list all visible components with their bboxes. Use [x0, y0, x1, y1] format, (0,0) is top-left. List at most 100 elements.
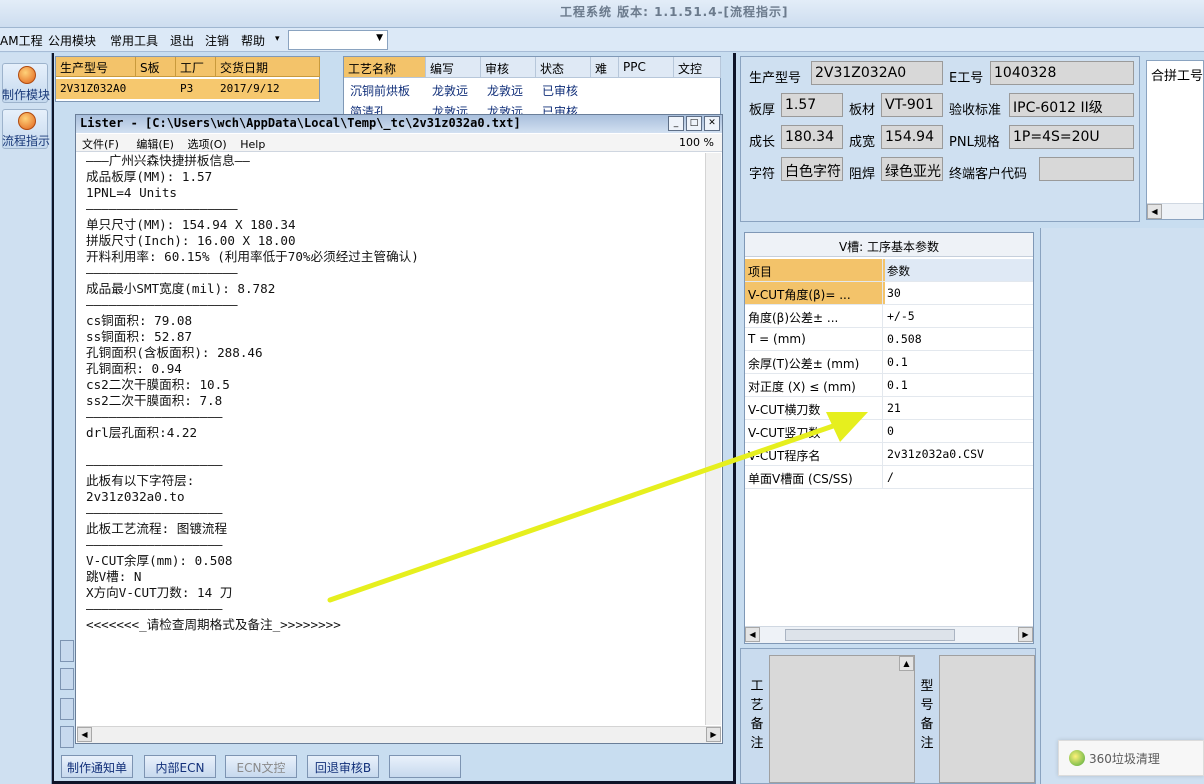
minimize-icon[interactable]: _	[668, 116, 684, 131]
lister-line: ss铜面积: 52.87	[86, 329, 193, 344]
lister-line: ss2二次干膜面积: 7.8	[86, 393, 223, 408]
field-solder-mask[interactable]: 绿色亚光	[881, 157, 943, 181]
vcut-item: 角度(β)公差± ...	[746, 305, 883, 327]
lister-line: cs铜面积: 79.08	[86, 313, 193, 328]
lister-line: 孔铜面积: 0.94	[86, 361, 182, 376]
vcut-row[interactable]: V-CUT横刀数 21	[745, 397, 1033, 420]
col-header-model[interactable]: 生产型号	[56, 57, 136, 77]
vcut-item: 对正度 (X) ≤ (mm)	[746, 374, 883, 396]
menu-logout[interactable]: 注销	[205, 32, 229, 49]
col-header-status[interactable]: 状态	[536, 57, 591, 78]
menu-combo-box[interactable]: ▼	[288, 30, 388, 50]
lister-line: 此板有以下字符层:	[86, 473, 195, 488]
field-eno[interactable]: 1040328	[990, 61, 1134, 85]
vcut-header-item[interactable]: 项目	[746, 259, 883, 281]
field-model[interactable]: 2V31Z032A0	[811, 61, 943, 85]
vcut-header-param[interactable]: 参数	[885, 259, 1033, 281]
col-header-author[interactable]: 编写	[426, 57, 481, 78]
col-header-ppc[interactable]: PPC	[619, 57, 674, 78]
app-title: 工程系统 版本: 1.1.51.4-[流程指示]	[560, 5, 789, 19]
lister-menu-file[interactable]: 文件(F)	[82, 138, 119, 151]
side-button-1[interactable]	[60, 640, 74, 662]
vcut-row[interactable]: T = (mm) 0.508	[745, 328, 1033, 351]
lister-zoom: 100 %	[679, 136, 714, 149]
close-icon[interactable]: ✕	[704, 116, 720, 131]
lister-menu-options[interactable]: 选项(O)	[187, 138, 226, 151]
lister-vertical-scrollbar[interactable]	[705, 153, 721, 725]
toast-notification[interactable]: 360垃圾清理	[1058, 740, 1204, 776]
vcut-item: 余厚(T)公差± (mm)	[746, 351, 883, 373]
col-header-difficulty[interactable]: 难	[591, 57, 619, 78]
blank-button[interactable]	[389, 755, 461, 778]
rollback-review-button[interactable]: 回退审核B	[307, 755, 379, 778]
make-notice-button[interactable]: 制作通知单	[61, 755, 133, 778]
col-header-process[interactable]: 工艺名称	[344, 57, 426, 78]
process-note-label: 工 艺 备 注	[749, 677, 765, 753]
menu-exit[interactable]: 退出	[170, 32, 194, 49]
table-row[interactable]: 2V31Z032A0 P3 2017/9/12	[56, 79, 319, 99]
sidebar-btn-make-module[interactable]: 制作模块	[2, 63, 50, 103]
vcut-row[interactable]: 对正度 (X) ≤ (mm) 0.1	[745, 374, 1033, 397]
scroll-up-icon[interactable]: ▲	[899, 656, 914, 671]
field-length[interactable]: 180.34	[781, 125, 843, 149]
scroll-thumb[interactable]	[785, 629, 955, 641]
vcut-row[interactable]: V-CUT角度(β)= ... 30	[745, 282, 1033, 305]
col-header-s-board[interactable]: S板	[136, 57, 176, 77]
menu-am-engineering[interactable]: AM工程	[0, 32, 43, 49]
title-bar: 工程系统 版本: 1.1.51.4-[流程指示]	[0, 0, 1204, 28]
lister-line: 拼版尺寸(Inch): 16.00 X 18.00	[86, 233, 296, 248]
side-button-4[interactable]	[60, 726, 74, 748]
lister-content[interactable]: ———广州兴森快捷拼板信息—— 成品板厚(MM): 1.57 1PNL=4 Unit…	[86, 153, 706, 633]
side-button-3[interactable]	[60, 698, 74, 720]
flow-indicator-icon	[18, 112, 36, 130]
menu-help[interactable]: 帮助	[241, 32, 265, 49]
vcut-item: V-CUT竖刀数	[746, 420, 883, 442]
field-width[interactable]: 154.94	[881, 125, 943, 149]
field-character[interactable]: 白色字符	[781, 157, 843, 181]
scroll-left-icon[interactable]: ◀	[1147, 204, 1162, 219]
lister-menu-help[interactable]: Help	[240, 138, 265, 151]
lister-line: 1PNL=4 Units	[86, 185, 177, 200]
model-note-char: 号	[920, 698, 934, 713]
vcut-row[interactable]: V-CUT程序名 2v31z032a0.CSV	[745, 443, 1033, 466]
scroll-left-icon[interactable]: ◀	[745, 627, 760, 642]
menu-public-module[interactable]: 公用模块	[48, 32, 96, 49]
scroll-right-icon[interactable]: ▶	[1018, 627, 1033, 642]
sidebar-btn-flow-indicator[interactable]: 流程指示	[2, 109, 50, 149]
cell-status: 已审核	[542, 84, 579, 98]
vcut-horizontal-scrollbar[interactable]: ◀ ▶	[745, 626, 1033, 643]
vcut-row[interactable]: 单面V槽面 (CS/SS) /	[745, 466, 1033, 489]
lister-line: ——————————————————	[86, 457, 223, 472]
lister-menu-bar: 文件(F) 编辑(E) 选项(O) Help 100 %	[76, 134, 722, 152]
maximize-icon[interactable]: □	[686, 116, 702, 131]
vcut-row[interactable]: 角度(β)公差± ... +/-5	[745, 305, 1033, 328]
field-pnl[interactable]: 1P=4S=20U	[1009, 125, 1134, 149]
field-material[interactable]: VT-901	[881, 93, 943, 117]
side-button-2[interactable]	[60, 668, 74, 690]
process-note-box[interactable]: ▲	[769, 655, 915, 783]
col-header-delivery[interactable]: 交货日期	[216, 57, 320, 77]
model-note-box[interactable]	[939, 655, 1035, 783]
label-pnl: PNL规格	[949, 135, 1000, 150]
combine-scrollbar[interactable]: ◀	[1147, 203, 1203, 219]
field-customer-code[interactable]	[1039, 157, 1134, 181]
vcut-row[interactable]: 余厚(T)公差± (mm) 0.1	[745, 351, 1033, 374]
lister-menu-edit[interactable]: 编辑(E)	[136, 138, 174, 151]
help-dropdown-icon[interactable]: ▾	[275, 34, 280, 44]
cell-process[interactable]: 沉铜前烘板	[346, 80, 414, 100]
lister-horizontal-scrollbar[interactable]: ◀ ▶	[77, 726, 721, 743]
lister-window: Lister - [C:\Users\wch\AppData\Local\Tem…	[75, 114, 723, 744]
field-thickness[interactable]: 1.57	[781, 93, 843, 117]
scroll-left-icon[interactable]: ◀	[77, 727, 92, 742]
menu-common-tools[interactable]: 常用工具	[110, 32, 158, 49]
ecn-doc-control-button[interactable]: ECN文控	[225, 755, 297, 778]
lister-line: 单只尺寸(MM): 154.94 X 180.34	[86, 217, 296, 232]
vcut-row[interactable]: V-CUT竖刀数 0	[745, 420, 1033, 443]
internal-ecn-button[interactable]: 内部ECN	[144, 755, 216, 778]
scroll-right-icon[interactable]: ▶	[706, 727, 721, 742]
col-header-factory[interactable]: 工厂	[176, 57, 216, 77]
lister-line: ——————————————————	[86, 409, 223, 424]
col-header-doc-control[interactable]: 文控	[674, 57, 721, 78]
field-standard[interactable]: IPC-6012 II级	[1009, 93, 1134, 117]
col-header-reviewer[interactable]: 审核	[481, 57, 536, 78]
